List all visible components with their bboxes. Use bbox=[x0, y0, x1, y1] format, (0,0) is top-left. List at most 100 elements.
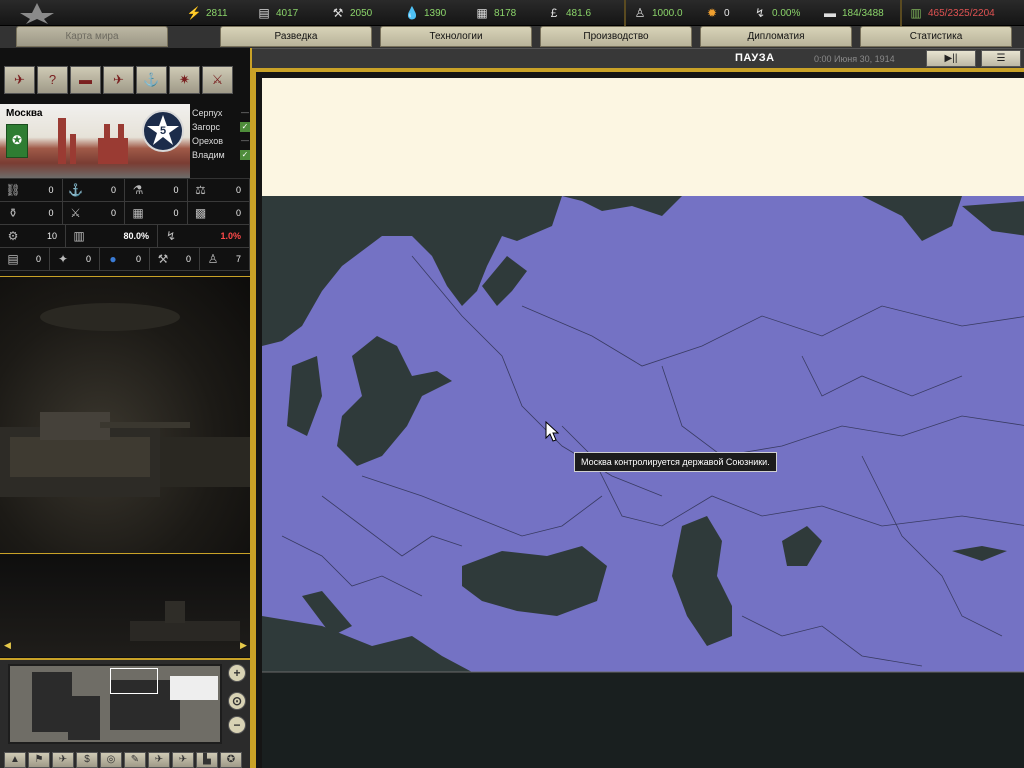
rare-icon: ⚒ bbox=[157, 252, 169, 266]
dollar-icon: $ bbox=[84, 754, 90, 765]
oil-icon: 💧 bbox=[404, 6, 420, 20]
zoom-out-button[interactable]: − bbox=[228, 716, 246, 734]
stat-dissent[interactable]: ↯ 0.00% bbox=[752, 4, 800, 22]
map-mode-air-button[interactable]: ✈ bbox=[103, 66, 134, 94]
neighbor-item[interactable]: Владим ✓ bbox=[192, 148, 250, 162]
supplies-icon: ▦ bbox=[476, 6, 488, 20]
stat-aa-gun: ⚔ 0 bbox=[63, 202, 125, 224]
ship-artwork-image bbox=[130, 601, 240, 641]
resource-supplies[interactable]: ▦ 8178 bbox=[474, 4, 516, 22]
tab-intelligence[interactable]: Разведка bbox=[220, 26, 372, 47]
neighbor-item[interactable]: Серпух — bbox=[192, 106, 250, 120]
resource-energy[interactable]: ⚡ 2811 bbox=[186, 4, 228, 22]
world-map[interactable] bbox=[262, 196, 1024, 768]
message-log-button[interactable]: ☰ bbox=[981, 50, 1021, 67]
resource-money[interactable]: £ 481.6 bbox=[546, 4, 591, 22]
air-base-icon: ⚖ bbox=[195, 183, 206, 197]
flag-filter-button[interactable]: ⚑ bbox=[28, 752, 50, 768]
metal-icon: ▤ bbox=[7, 252, 19, 266]
province-stats: ⛓ 0 ⚓ 0 ⚗ 0 ⚖ 0 ⚱ 0 ⚔ 0 ▦ 0 ▩ 0 ⚙ 10 ▥ 80.0% ↯ 1.0%… bbox=[0, 178, 250, 271]
tab-world-map[interactable]: Карта мира bbox=[16, 26, 168, 47]
stat-transport[interactable]: ▬ 184/3488 bbox=[822, 4, 884, 22]
flask-icon: ⚱ bbox=[7, 206, 19, 220]
map-mode-info-button[interactable]: ? bbox=[37, 66, 68, 94]
building-filter-button[interactable]: ▙ bbox=[196, 752, 218, 768]
money-icon: £ bbox=[550, 6, 558, 20]
game-date: 0:00 Июня 30, 1914 bbox=[814, 54, 895, 64]
zoom-reset-button[interactable]: ⊙ bbox=[228, 692, 246, 710]
transport-icon: ▬ bbox=[824, 6, 836, 20]
star-icon: ✷ bbox=[179, 72, 190, 87]
flag-icon: ⚑ bbox=[34, 754, 44, 765]
map-mode-land-button[interactable]: ▬ bbox=[70, 66, 101, 94]
dissent-icon: ↯ bbox=[754, 6, 766, 20]
stat-coastal-fort: ▩ 0 bbox=[188, 202, 250, 224]
resource-rare-materials[interactable]: ⚒ 2050 bbox=[330, 4, 373, 22]
minimap-viewport[interactable] bbox=[110, 668, 158, 694]
map-mode-naval-button[interactable]: ⚓ bbox=[136, 66, 167, 94]
tab-diplomacy[interactable]: Дипломатия bbox=[700, 26, 852, 47]
minimap-panel: + ⊙ − ▲ ⚑ ✈ $ ◎ ✎ ✈ ✈ ▙ ✪ bbox=[0, 658, 250, 768]
map-mode-supply-button[interactable]: ✷ bbox=[169, 66, 200, 94]
fighter-icon: ✈ bbox=[178, 754, 188, 765]
map-mode-diplomacy-button[interactable]: ⚔ bbox=[202, 66, 233, 94]
play-pause-button[interactable]: ▶|| bbox=[926, 50, 976, 67]
neighbor-item[interactable]: Загорс ✓ bbox=[192, 120, 250, 134]
rare-materials-icon: ⚒ bbox=[332, 6, 344, 20]
stat-row: ▤ 0 ✦ 0 ● 0 ⚒ 0 ♙ 7 bbox=[0, 248, 250, 271]
economy-filter-button[interactable]: $ bbox=[76, 752, 98, 768]
left-panel: ✈ ? ▬ ✈ ⚓ ✷ ⚔ Москва ✪ 5 Серпух — Загорс… bbox=[0, 48, 252, 768]
game-logo-star-icon bbox=[20, 3, 54, 24]
military-artwork bbox=[0, 276, 250, 554]
stat-factory: ⚙ 10 bbox=[0, 225, 66, 247]
terrain-filter-button[interactable]: ▲ bbox=[4, 752, 26, 768]
minimap[interactable] bbox=[8, 664, 222, 744]
stat-research: ⚗ 0 bbox=[125, 179, 188, 201]
stat-ic[interactable]: ▥ 465/2325/2204 bbox=[908, 4, 994, 22]
divider bbox=[624, 0, 626, 26]
metal-icon: ▤ bbox=[258, 6, 270, 20]
tab-technology[interactable]: Технологии bbox=[380, 26, 532, 47]
stat-air-base: ⚖ 0 bbox=[188, 179, 250, 201]
terrain-icon: ✈ bbox=[14, 72, 25, 87]
bomber-filter-button[interactable]: ✈ bbox=[148, 752, 170, 768]
zoom-in-button[interactable]: + bbox=[228, 664, 246, 682]
art-next-arrow-icon[interactable]: ▶ bbox=[240, 640, 248, 650]
research-icon: ⚗ bbox=[132, 183, 144, 197]
energy-icon: ✦ bbox=[57, 252, 69, 266]
air-filter-button[interactable]: ✈ bbox=[52, 752, 74, 768]
tab-statistics[interactable]: Статистика bbox=[860, 26, 1012, 47]
resource-filter-button[interactable]: ◎ bbox=[100, 752, 122, 768]
map-mode-bar: ✈ ? ▬ ✈ ⚓ ✷ ⚔ bbox=[4, 66, 244, 94]
art-prev-arrow-icon[interactable]: ◀ bbox=[4, 640, 12, 650]
tab-production[interactable]: Производство bbox=[540, 26, 692, 47]
star-icon: ✪ bbox=[226, 754, 236, 765]
stat-row: ⛓ 0 ⚓ 0 ⚗ 0 ⚖ 0 bbox=[0, 179, 250, 202]
plane-icon: ✈ bbox=[58, 754, 68, 765]
main-tabs: Карта мира Разведка Технологии Производс… bbox=[0, 26, 1024, 48]
province-flag-icon[interactable]: ✪ bbox=[6, 124, 28, 158]
stat-nuclear[interactable]: ✹ 0 bbox=[704, 4, 730, 22]
stat-rare: ⚒ 0 bbox=[150, 248, 200, 270]
stat-manpower[interactable]: ♙ 1000.0 bbox=[632, 4, 683, 22]
province-name: Москва bbox=[6, 108, 43, 119]
coins-icon: ◎ bbox=[106, 754, 116, 765]
industry-icon: ▥ bbox=[73, 229, 85, 243]
mountain-icon: ▲ bbox=[10, 754, 20, 765]
stat-infrastructure: ⛓ 0 bbox=[0, 179, 63, 201]
coastal-fort-icon: ▩ bbox=[194, 206, 207, 220]
resource-oil[interactable]: 💧 1390 bbox=[404, 4, 447, 22]
stat-resistance: ↯ 1.0% bbox=[158, 225, 250, 247]
oil-icon: ● bbox=[109, 252, 117, 266]
stat-naval-base: ⚓ 0 bbox=[63, 179, 125, 201]
province-image: Москва ✪ 5 bbox=[0, 104, 190, 178]
fighter-filter-button[interactable]: ✈ bbox=[172, 752, 194, 768]
pause-label: ПАУЗА bbox=[735, 52, 775, 64]
star-filter-button[interactable]: ✪ bbox=[220, 752, 242, 768]
map-mode-terrain-button[interactable]: ✈ bbox=[4, 66, 35, 94]
tech-filter-button[interactable]: ✎ bbox=[124, 752, 146, 768]
bomber-icon: ✈ bbox=[154, 754, 164, 765]
plane-icon: ✈ bbox=[113, 72, 124, 87]
resource-metal[interactable]: ▤ 4017 bbox=[256, 4, 298, 22]
neighbor-item[interactable]: Орехов — bbox=[192, 134, 250, 148]
